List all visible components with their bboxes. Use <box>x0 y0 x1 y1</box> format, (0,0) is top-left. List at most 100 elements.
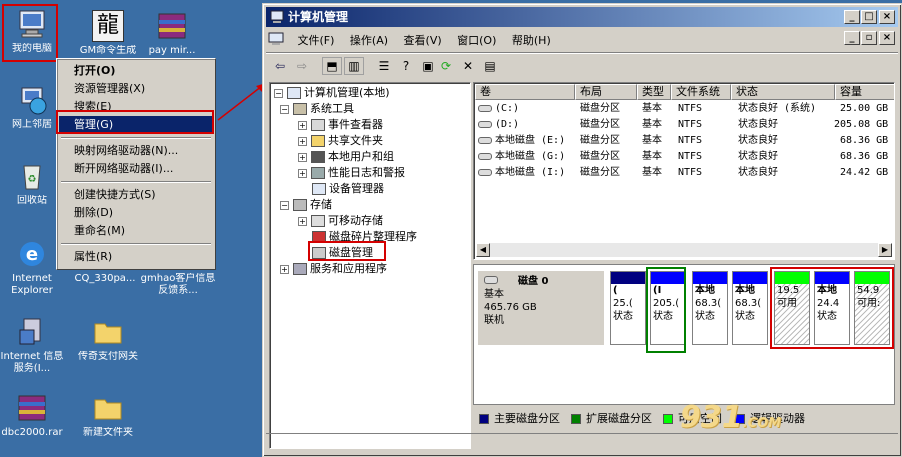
payment-gateway-icon-item[interactable]: 传奇支付网关 <box>76 316 140 363</box>
table-row[interactable]: (D:) 磁盘分区 基本 NTFS 状态良好 205.08 GB <box>476 117 894 133</box>
forward-icon[interactable]: ⇨ <box>292 57 312 75</box>
disk-info-panel[interactable]: 磁盘 0 基本 465.76 GB 联机 <box>478 271 604 345</box>
drive-icon <box>478 152 492 160</box>
partition-block[interactable]: 本地 68.3(状态 <box>732 271 768 345</box>
col-header-status[interactable]: 状态 <box>731 84 835 100</box>
cell-capacity: 24.42 GB <box>840 167 889 178</box>
tree-local-users[interactable]: + 本地用户和组 <box>298 149 394 165</box>
collapse-icon[interactable]: − <box>280 200 289 210</box>
iis-icon-item[interactable]: Internet 信息服务(I... <box>0 316 64 375</box>
menu-explorer[interactable]: 资源管理器(X) <box>59 80 213 98</box>
expand-icon[interactable]: + <box>298 168 307 178</box>
table-row[interactable]: 本地磁盘 (I:) 磁盘分区 基本 NTFS 状态良好 24.42 GB <box>476 165 894 181</box>
tree-event-viewer[interactable]: + 事件查看器 <box>298 117 383 133</box>
cell-capacity: 25.00 GB <box>840 103 889 114</box>
partition-block[interactable]: 本地 68.3(状态 <box>692 271 728 345</box>
col-header-type[interactable]: 类型 <box>637 84 671 100</box>
tree-removable[interactable]: + 可移动存储 <box>298 213 383 229</box>
inner-minimize-button[interactable]: _ <box>844 31 860 45</box>
col-header-capacity[interactable]: 容量 <box>835 84 894 100</box>
menu-view[interactable]: 查看(V) <box>398 28 448 52</box>
menu-rename[interactable]: 重命名(M) <box>59 222 213 240</box>
desktop-icon-label: dbc2000.rar <box>1 427 63 438</box>
title-bar[interactable]: 计算机管理 _ □ × <box>266 7 898 27</box>
back-icon[interactable]: ⇦ <box>270 57 290 75</box>
extended-partition-outline <box>646 267 686 353</box>
tree-device-manager[interactable]: 设备管理器 <box>312 181 384 197</box>
col-header-layout[interactable]: 布局 <box>575 84 637 100</box>
menu-help[interactable]: 帮助(H) <box>506 28 557 52</box>
desktop-icon-label: gmhao客户信息反馈系... <box>140 273 216 296</box>
menu-properties[interactable]: 属性(R) <box>59 248 213 266</box>
tree-perf-logs[interactable]: + 性能日志和警报 <box>298 165 405 181</box>
disk-management-highlight <box>308 241 386 261</box>
iis-icon <box>16 316 48 348</box>
desktop-icon-label: 回收站 <box>17 195 47 206</box>
refresh-icon[interactable]: ⟳ <box>436 57 456 75</box>
collapse-icon[interactable]: − <box>280 104 289 114</box>
export-icon[interactable]: ▣ <box>418 57 438 75</box>
menu-delete[interactable]: 删除(D) <box>59 204 213 222</box>
table-row[interactable]: 本地磁盘 (G:) 磁盘分区 基本 NTFS 状态良好 68.36 GB <box>476 149 894 165</box>
disk-name: 磁盘 0 <box>518 276 549 287</box>
new-folder-icon-item[interactable]: 新建文件夹 <box>76 392 140 439</box>
window-title: 计算机管理 <box>288 10 349 24</box>
expand-icon[interactable]: + <box>298 152 307 162</box>
partition-label: 68.3( <box>695 298 722 309</box>
recycle-bin-icon-item[interactable]: ♻ 回收站 <box>0 160 64 207</box>
horizontal-scrollbar[interactable]: ◀ ▶ <box>476 243 892 257</box>
dbc2000-icon-item[interactable]: dbc2000.rar <box>0 392 64 439</box>
tree-root[interactable]: − 计算机管理(本地) <box>274 85 390 101</box>
archive-icon <box>16 392 48 424</box>
gm-command-icon-item[interactable]: 龍 GM命令生成 <box>76 10 140 57</box>
cell-capacity: 68.36 GB <box>840 151 889 162</box>
up-level-icon[interactable]: ⬒ <box>322 57 342 75</box>
scroll-right-icon[interactable]: ▶ <box>878 243 892 257</box>
partition-color-bar <box>611 272 645 284</box>
properties-icon[interactable]: ☰ <box>374 57 394 75</box>
menu-file[interactable]: 文件(F) <box>292 28 341 52</box>
cell-capacity: 68.36 GB <box>840 135 889 146</box>
tree-label: 共享文件夹 <box>328 134 383 147</box>
cell-fs: NTFS <box>678 167 703 178</box>
legend-label: 主要磁盘分区 <box>494 412 560 425</box>
expand-icon[interactable]: + <box>280 264 289 274</box>
tree-storage[interactable]: − 存储 <box>280 197 332 213</box>
inner-restore-button[interactable]: ▫ <box>861 31 877 45</box>
inner-close-button[interactable]: × <box>879 31 895 45</box>
menu-window[interactable]: 窗口(O) <box>451 28 502 52</box>
rescan-icon[interactable]: ▤ <box>480 57 500 75</box>
tree-services-apps[interactable]: + 服务和应用程序 <box>280 261 387 277</box>
ie-icon-item[interactable]: e Internet Explorer <box>0 238 64 297</box>
tree-label: 系统工具 <box>310 102 354 115</box>
menu-open[interactable]: 打开(O) <box>59 62 213 80</box>
col-header-filesystem[interactable]: 文件系统 <box>671 84 731 100</box>
network-places-icon-item[interactable]: 网上邻居 <box>0 84 64 131</box>
expand-icon[interactable]: + <box>298 216 307 226</box>
menu-map-drive[interactable]: 映射网络驱动器(N)... <box>59 142 213 160</box>
expand-icon[interactable]: + <box>298 120 307 130</box>
tree-shared-folders[interactable]: + 共享文件夹 <box>298 133 383 149</box>
delete-icon[interactable]: ✕ <box>458 57 478 75</box>
help-icon[interactable]: ? <box>396 57 416 75</box>
menu-bar: 文件(F) 操作(A) 查看(V) 窗口(O) 帮助(H) _ ▫ × <box>266 28 898 50</box>
table-row[interactable]: (C:) 磁盘分区 基本 NTFS 状态良好 (系统) 25.00 GB <box>476 101 894 117</box>
table-row[interactable]: 本地磁盘 (E:) 磁盘分区 基本 NTFS 状态良好 68.36 GB <box>476 133 894 149</box>
maximize-button[interactable]: □ <box>861 10 877 24</box>
scroll-left-icon[interactable]: ◀ <box>476 243 490 257</box>
pay-mir-icon-item[interactable]: pay mir... <box>140 10 204 57</box>
legend-swatch-extended <box>571 414 581 424</box>
partition-block[interactable]: (25.(状态 <box>610 271 646 345</box>
menu-action[interactable]: 操作(A) <box>344 28 394 52</box>
minimize-button[interactable]: _ <box>844 10 860 24</box>
col-header-volume[interactable]: 卷 <box>475 84 575 100</box>
menu-separator <box>61 243 211 245</box>
collapse-icon[interactable]: − <box>274 88 283 98</box>
tree-system-tools[interactable]: − 系统工具 <box>280 101 354 117</box>
menu-create-shortcut[interactable]: 创建快捷方式(S) <box>59 186 213 204</box>
tree-root-label: 计算机管理(本地) <box>304 86 390 99</box>
close-button[interactable]: × <box>879 10 895 24</box>
show-hide-tree-icon[interactable]: ▥ <box>344 57 364 75</box>
menu-disconnect-drive[interactable]: 断开网络驱动器(I)... <box>59 160 213 178</box>
expand-icon[interactable]: + <box>298 136 307 146</box>
